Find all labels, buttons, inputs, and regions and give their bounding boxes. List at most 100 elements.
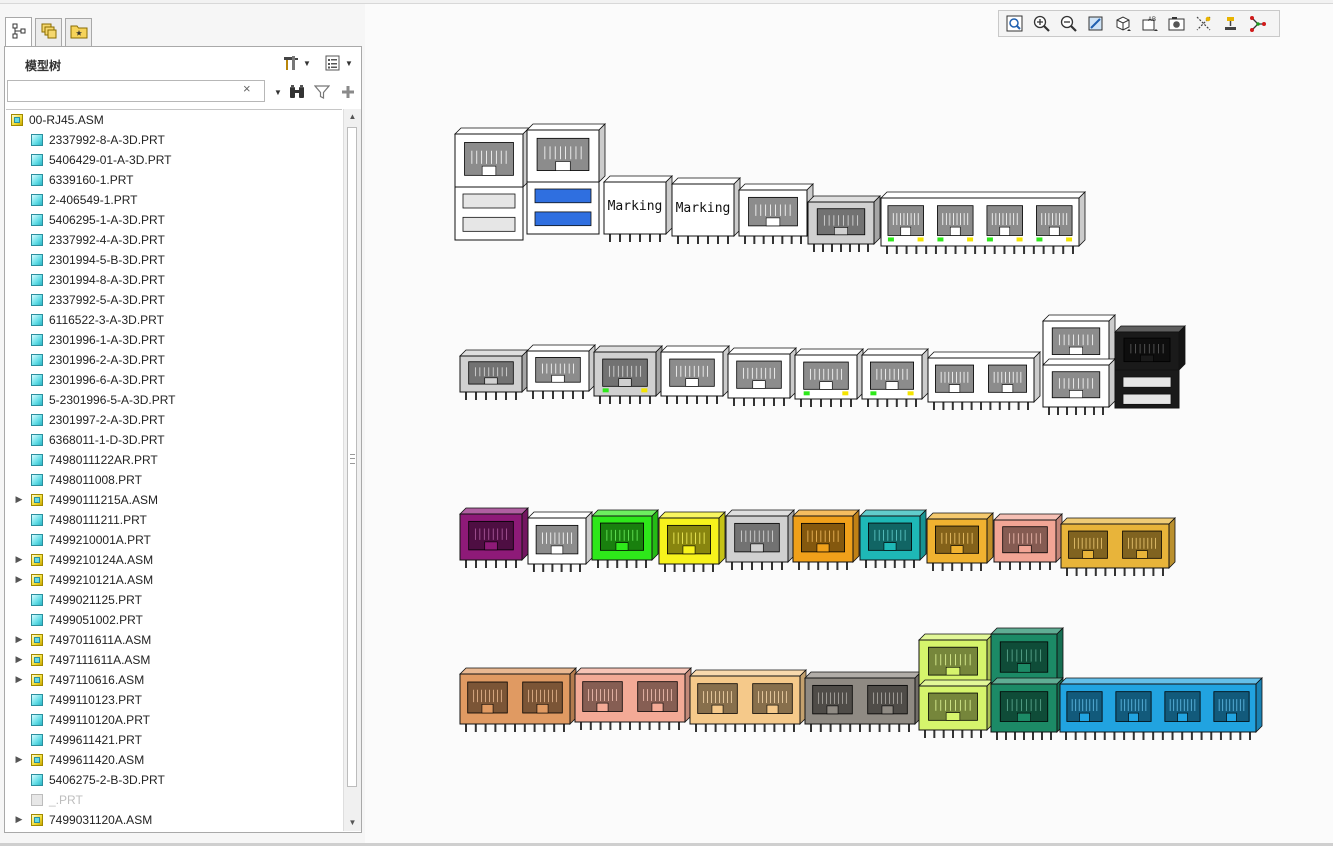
rj45-jack-model[interactable] (738, 183, 814, 244)
scrollbar-thumb[interactable] (347, 127, 357, 787)
tree-search-input[interactable] (7, 80, 265, 102)
stacked-rj45-usb-model[interactable] (454, 127, 530, 195)
tree-item[interactable]: 5-2301996-5-A-3D.PRT (6, 390, 342, 410)
expand-arrow-icon[interactable]: ▶ (14, 814, 24, 825)
tree-item[interactable]: 2301994-5-B-3D.PRT (6, 250, 342, 270)
tree-item[interactable]: ▶ 7499210124A.ASM (6, 550, 342, 570)
tree-item[interactable]: ▶ 7499611420.ASM (6, 750, 342, 770)
expand-arrow-icon[interactable]: ▶ (14, 494, 24, 505)
zoom-in-button[interactable] (1030, 13, 1053, 34)
repaint-button[interactable] (1084, 13, 1107, 34)
tree-item[interactable]: 2337992-5-A-3D.PRT (6, 290, 342, 310)
tree-item[interactable]: ▶ 7499031120A.ASM (6, 810, 342, 830)
tree-item[interactable]: 7499210001A.PRT (6, 530, 342, 550)
stacked-2x1-model[interactable] (1042, 358, 1116, 415)
expand-arrow-icon[interactable]: ▶ (14, 754, 24, 765)
layers-tab[interactable] (35, 18, 62, 46)
tree-item[interactable]: ▶ 7499210121A.ASM (6, 570, 342, 590)
favorites-tab[interactable] (65, 18, 92, 46)
expand-arrow-icon[interactable]: ▶ (14, 654, 24, 665)
tree-item[interactable]: 7498011122AR.PRT (6, 450, 342, 470)
rj45-jack-model[interactable] (794, 348, 864, 407)
usb-port-model[interactable] (454, 186, 524, 241)
rj45-jack-model[interactable] (807, 195, 881, 252)
rj45-jack-model[interactable] (526, 344, 596, 399)
find-button[interactable] (288, 83, 306, 101)
rj45-jack-model[interactable] (993, 513, 1063, 570)
clear-search-icon[interactable]: × (243, 81, 251, 96)
display-style-button[interactable] (1111, 13, 1134, 34)
rj45-jack-model[interactable] (1059, 677, 1263, 740)
scroll-down-icon[interactable]: ▼ (344, 815, 361, 831)
datum-display-button[interactable] (1192, 13, 1215, 34)
tree-item[interactable]: 7499021125.PRT (6, 590, 342, 610)
stacked-2x1-model[interactable] (918, 679, 994, 738)
tree-item[interactable]: 5406429-01-A-3D.PRT (6, 150, 342, 170)
tree-item[interactable]: 7499051002.PRT (6, 610, 342, 630)
annotation-display-button[interactable] (1219, 13, 1242, 34)
rj45-jack-model[interactable] (574, 667, 692, 730)
stacked-2x1-model[interactable] (990, 677, 1064, 740)
tree-item[interactable]: 7498011008.PRT (6, 470, 342, 490)
expand-arrow-icon[interactable]: ▶ (14, 634, 24, 645)
expand-arrow-icon[interactable]: ▶ (14, 574, 24, 585)
rj45-jack-model[interactable] (660, 345, 730, 404)
tree-item[interactable]: 2301997-2-A-3D.PRT (6, 410, 342, 430)
rj45-jack-model[interactable] (1060, 517, 1176, 576)
rj45-jack-model[interactable] (459, 667, 577, 732)
stacked-rj45-usb3-model[interactable] (526, 123, 606, 190)
rj45-jack-model[interactable] (727, 347, 797, 406)
tree-item[interactable]: ▶ 74990111215A.ASM (6, 490, 342, 510)
rj45-jack-model[interactable]: Marking (603, 175, 673, 242)
add-column-button[interactable] (341, 83, 355, 101)
tree-item[interactable]: 2301996-6-A-3D.PRT (6, 370, 342, 390)
tree-item[interactable]: 6116522-3-A-3D.PRT (6, 310, 342, 330)
rj45-jack-model[interactable] (927, 351, 1041, 410)
tree-item[interactable]: 7499110120A.PRT (6, 710, 342, 730)
expand-arrow-icon[interactable]: ▶ (14, 554, 24, 565)
tree-item[interactable]: 00-RJ45.ASM (6, 110, 342, 130)
tree-item[interactable]: _.PRT (6, 790, 342, 810)
zoom-out-button[interactable] (1057, 13, 1080, 34)
tree-item[interactable]: ▶ 7497011611A.ASM (6, 630, 342, 650)
refit-button[interactable] (1003, 13, 1026, 34)
show-button[interactable]: ▼ (324, 53, 353, 73)
tree-item[interactable]: 2301996-2-A-3D.PRT (6, 350, 342, 370)
tree-item[interactable]: 2301994-8-A-3D.PRT (6, 270, 342, 290)
expand-arrow-icon[interactable]: ▶ (14, 674, 24, 685)
rj45-jack-model[interactable] (804, 671, 922, 732)
tree-item[interactable]: 6339160-1.PRT (6, 170, 342, 190)
rj45-jack-model[interactable] (880, 191, 1086, 254)
rj45-jack-model[interactable] (593, 345, 663, 404)
spin-center-button[interactable] (1246, 13, 1269, 34)
tree-item[interactable]: 2337992-8-A-3D.PRT (6, 130, 342, 150)
rj45-jack-model[interactable] (689, 669, 807, 732)
tree-item[interactable]: 6368011-1-D-3D.PRT (6, 430, 342, 450)
tree-item[interactable]: 5406295-1-A-3D.PRT (6, 210, 342, 230)
rj45-jack-model[interactable] (792, 509, 860, 570)
rj45-jack-model[interactable]: Marking (671, 177, 741, 244)
saved-views-button[interactable]: AB (1138, 13, 1161, 34)
tree-scrollbar[interactable]: ▲ ▼ (343, 109, 361, 831)
tree-settings-button[interactable]: ▼ (282, 53, 311, 73)
tree-item[interactable]: 5406275-2-B-3D.PRT (6, 770, 342, 790)
rj45-jack-model[interactable] (591, 509, 659, 568)
tree-item[interactable]: 2-406549-1.PRT (6, 190, 342, 210)
tree-item[interactable]: 7499611421.PRT (6, 730, 342, 750)
scroll-up-icon[interactable]: ▲ (344, 109, 361, 125)
usb-port-model[interactable] (526, 181, 600, 235)
rj45-jack-model[interactable] (459, 349, 529, 400)
tree-item[interactable]: 2301996-1-A-3D.PRT (6, 330, 342, 350)
tree-item[interactable]: ▶ 7497110616.ASM (6, 670, 342, 690)
tree-item[interactable]: 7499110123.PRT (6, 690, 342, 710)
rj45-jack-model[interactable] (725, 509, 795, 570)
rj45-jack-model[interactable] (926, 512, 994, 571)
view-manager-button[interactable] (1165, 13, 1188, 34)
rj45-jack-model[interactable] (527, 511, 593, 572)
rj45-jack-model[interactable] (658, 511, 726, 572)
tree-item[interactable]: ▶ 7497111611A.ASM (6, 650, 342, 670)
usb-port-model[interactable] (1114, 369, 1180, 409)
rj45-jack-model[interactable] (859, 509, 927, 568)
rj45-jack-model[interactable] (861, 348, 929, 407)
tree-item[interactable]: 2337992-4-A-3D.PRT (6, 230, 342, 250)
